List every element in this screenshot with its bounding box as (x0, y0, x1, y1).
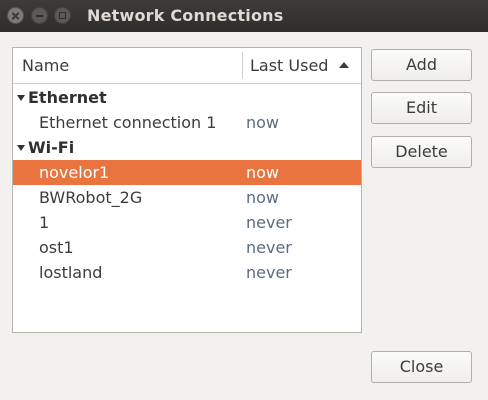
connection-last-used: never (246, 238, 292, 257)
delete-button[interactable]: Delete (371, 136, 472, 168)
column-header-name[interactable]: Name (22, 48, 69, 83)
connection-name: lostland (39, 263, 103, 282)
add-button[interactable]: Add (371, 49, 472, 81)
table-row-selected[interactable]: novelor1 now (13, 160, 361, 185)
expander-down-icon[interactable] (17, 95, 25, 101)
column-divider[interactable] (242, 52, 243, 79)
connection-last-used: now (246, 113, 280, 132)
connection-last-used: never (246, 213, 292, 232)
column-header-last-used[interactable]: Last Used (250, 48, 328, 83)
minimize-window-icon[interactable] (31, 7, 48, 24)
group-label: Ethernet (28, 88, 107, 107)
connection-last-used: never (246, 263, 292, 282)
window-title: Network Connections (87, 6, 284, 25)
sort-ascending-icon[interactable] (339, 62, 349, 68)
connection-name: Ethernet connection 1 (39, 113, 217, 132)
list-header: Name Last Used (13, 48, 361, 84)
maximize-window-icon[interactable] (54, 7, 71, 24)
group-row-ethernet[interactable]: Ethernet (13, 85, 361, 110)
table-row[interactable]: lostland never (13, 260, 361, 285)
close-button[interactable]: Close (371, 351, 472, 383)
expander-down-icon[interactable] (17, 145, 25, 151)
connection-name: BWRobot_2G (39, 188, 143, 207)
connection-last-used: now (246, 188, 280, 207)
connection-name: ost1 (39, 238, 74, 257)
connection-name: 1 (39, 213, 50, 232)
table-row[interactable]: Ethernet connection 1 now (13, 110, 361, 135)
edit-button[interactable]: Edit (371, 92, 472, 124)
table-row[interactable]: ost1 never (13, 235, 361, 260)
group-label: Wi-Fi (28, 138, 75, 157)
group-row-wifi[interactable]: Wi-Fi (13, 135, 361, 160)
connection-last-used: now (246, 163, 280, 182)
table-row[interactable]: 1 never (13, 210, 361, 235)
table-row[interactable]: BWRobot_2G now (13, 185, 361, 210)
connections-list[interactable]: Name Last Used Ethernet Ethernet connect… (12, 47, 362, 333)
title-bar: Network Connections (0, 0, 488, 32)
connection-name: novelor1 (39, 163, 110, 182)
close-window-icon[interactable] (7, 7, 24, 24)
